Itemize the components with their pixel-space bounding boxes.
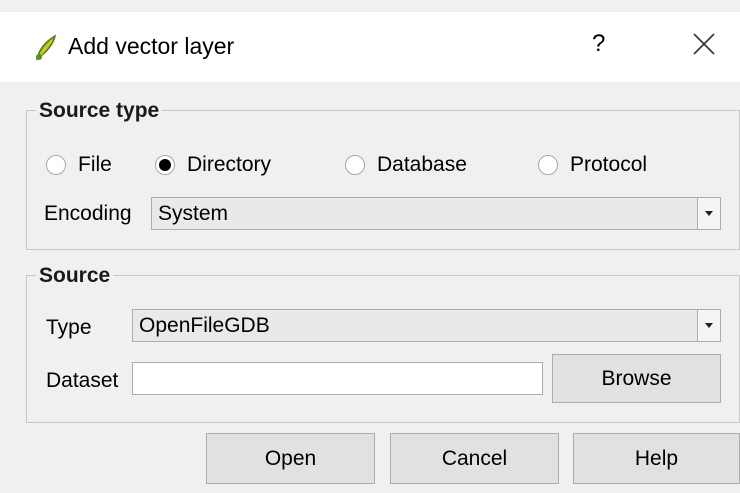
encoding-select[interactable]: System [151, 197, 721, 230]
radio-protocol[interactable]: Protocol [538, 153, 647, 177]
radio-directory-indicator[interactable] [155, 155, 175, 175]
dataset-input[interactable] [132, 362, 543, 395]
radio-database-label: Database [377, 153, 467, 176]
encoding-label: Encoding [44, 202, 132, 225]
source-type-heading: Source type [36, 99, 163, 123]
close-icon[interactable] [690, 30, 718, 58]
dialog-title: Add vector layer [68, 33, 235, 59]
radio-file-indicator[interactable] [46, 155, 66, 175]
dataset-label: Dataset [46, 369, 119, 392]
qgis-logo-icon [35, 34, 57, 61]
type-select[interactable]: OpenFileGDB [132, 309, 721, 342]
radio-protocol-indicator[interactable] [538, 155, 558, 175]
radio-file-label: File [78, 153, 112, 176]
type-dropdown-arrow-icon[interactable] [697, 310, 720, 341]
radio-protocol-label: Protocol [570, 153, 648, 176]
radio-directory-label: Directory [187, 153, 272, 176]
help-button[interactable]: Help [573, 433, 740, 484]
context-help-button[interactable]: ? [592, 30, 605, 58]
cancel-button[interactable]: Cancel [390, 433, 559, 484]
browse-button[interactable]: Browse [552, 354, 721, 403]
type-select-value: OpenFileGDB [139, 313, 270, 337]
encoding-select-value: System [158, 201, 229, 225]
type-label: Type [46, 316, 92, 339]
window-top-edge [0, 0, 740, 12]
open-button[interactable]: Open [206, 433, 375, 484]
radio-database[interactable]: Database [345, 153, 467, 177]
radio-file[interactable]: File [46, 153, 112, 177]
radio-directory[interactable]: Directory [155, 153, 271, 177]
radio-database-indicator[interactable] [345, 155, 365, 175]
encoding-dropdown-arrow-icon[interactable] [697, 198, 720, 229]
source-heading: Source [36, 264, 114, 288]
